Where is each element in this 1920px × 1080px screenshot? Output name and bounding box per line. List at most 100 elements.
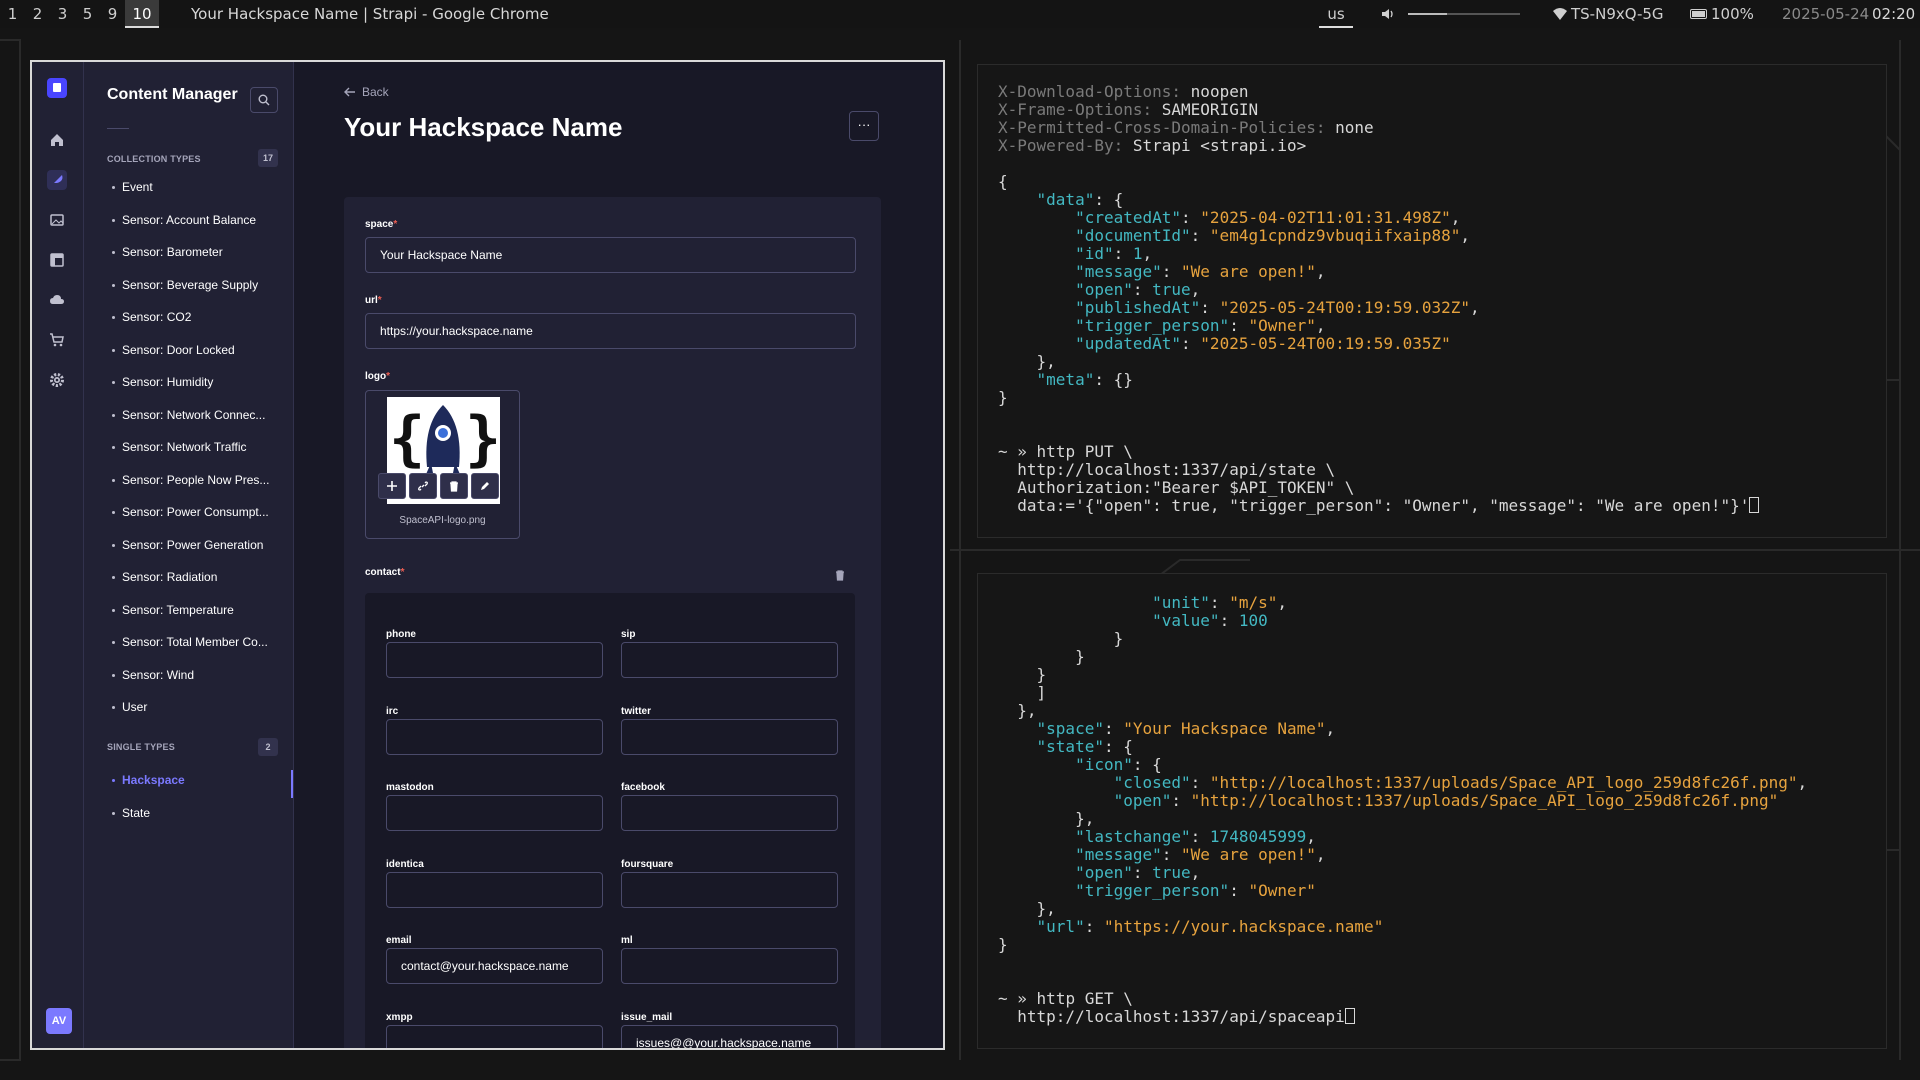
volume-icon[interactable] xyxy=(1381,7,1395,21)
foursquare-input[interactable] xyxy=(621,871,838,908)
header-line: X-Frame-Options: SAMEORIGIN xyxy=(998,100,1259,119)
workspace-3[interactable]: 3 xyxy=(50,0,75,28)
command-line: Authorization:"Bearer $API_TOKEN" \ xyxy=(1017,478,1355,497)
settings-gear-icon[interactable] xyxy=(47,370,67,390)
terminal-cursor xyxy=(1749,497,1760,513)
sidebar-item-collection-type[interactable]: Sensor: Power Consumpt... xyxy=(107,502,279,522)
workspace-1[interactable]: 1 xyxy=(0,0,25,28)
json-line: ] xyxy=(998,683,1047,702)
sidebar-item-collection-type[interactable]: Sensor: Network Traffic xyxy=(107,437,279,457)
edit-asset-button[interactable] xyxy=(471,473,499,499)
space-input[interactable]: Your Hackspace Name xyxy=(365,237,856,273)
copy-link-button[interactable] xyxy=(409,473,437,499)
facebook-input[interactable] xyxy=(621,795,838,831)
content-manager-sidebar: Content Manager COLLECTION TYPES 17 Even… xyxy=(84,62,294,1048)
space-field-label: space* xyxy=(365,219,398,230)
url-field-label: url* xyxy=(365,295,382,306)
json-line: "open": "http://localhost:1337/uploads/S… xyxy=(1113,791,1779,810)
strapi-logo-icon[interactable] xyxy=(47,78,67,98)
twitter-input[interactable] xyxy=(621,718,838,755)
search-icon xyxy=(258,94,270,106)
sidebar-search-button[interactable] xyxy=(250,87,278,113)
json-line: "space": "Your Hackspace Name", xyxy=(1036,719,1336,738)
json-line: } xyxy=(998,665,1047,684)
sidebar-item-collection-type[interactable]: Sensor: Power Generation xyxy=(107,535,279,555)
active-item-indicator xyxy=(291,770,293,798)
json-field-line: "documentId": "em4g1cpndz9vbuqiifxaip88"… xyxy=(1075,226,1471,245)
cloud-icon[interactable] xyxy=(47,290,67,310)
delete-asset-button[interactable] xyxy=(440,473,468,499)
sidebar-item-collection-type[interactable]: Sensor: Barometer xyxy=(107,242,279,262)
sidebar-item-hackspace[interactable]: Hackspace xyxy=(107,770,279,790)
media-library-icon[interactable] xyxy=(47,210,67,230)
workspace-switcher: 1 2 3 5 9 10 xyxy=(0,0,159,28)
json-line: }, xyxy=(998,701,1037,720)
sidebar-item-collection-type[interactable]: Sensor: Wind xyxy=(107,665,279,685)
foursquare-label: foursquare xyxy=(621,858,674,870)
back-label: Back xyxy=(362,85,389,99)
collection-types-heading[interactable]: COLLECTION TYPES xyxy=(107,154,201,164)
json-data-key: "data": { xyxy=(1036,190,1124,209)
sidebar-item-collection-type[interactable]: Sensor: Beverage Supply xyxy=(107,275,279,295)
prompt-line: ~ » http GET \ xyxy=(998,989,1133,1008)
sip-input[interactable] xyxy=(621,642,838,678)
content-type-builder-icon[interactable] xyxy=(47,250,67,270)
sidebar-item-collection-type[interactable]: Sensor: Network Connec... xyxy=(107,405,279,425)
phone-input[interactable] xyxy=(386,642,603,678)
terminal-get-response[interactable]: "unit": "m/s", "value": 100 } } } ] }, "… xyxy=(977,573,1887,1049)
contact-field-label: contact* xyxy=(365,567,405,578)
content-manager-feather-icon[interactable] xyxy=(47,170,67,190)
workspace-2[interactable]: 2 xyxy=(25,0,50,28)
page-title: Your Hackspace Name xyxy=(344,112,623,142)
workspace-10[interactable]: 10 xyxy=(125,0,159,28)
sidebar-item-collection-type[interactable]: Sensor: People Now Pres... xyxy=(107,470,279,490)
json-meta: "meta": {} xyxy=(1036,370,1133,389)
sidebar-item-collection-type[interactable]: Sensor: Temperature xyxy=(107,600,279,620)
email-input[interactable]: contact@your.hackspace.name xyxy=(386,948,603,984)
terminal-put-response[interactable]: X-Download-Options: noopen X-Frame-Optio… xyxy=(977,64,1887,538)
json-field-line: "publishedAt": "2025-05-24T00:19:59.032Z… xyxy=(1075,298,1480,317)
sidebar-item-collection-type[interactable]: User xyxy=(107,697,279,717)
sidebar-item-collection-type[interactable]: Sensor: Door Locked xyxy=(107,340,279,360)
issue-mail-input[interactable]: issues@@your.hackspace.name xyxy=(621,1024,838,1048)
ml-input[interactable] xyxy=(621,948,838,984)
system-top-bar: 1 2 3 5 9 10 Your Hackspace Name | Strap… xyxy=(0,0,1920,28)
xmpp-input[interactable] xyxy=(386,1024,603,1048)
sidebar-item-collection-type[interactable]: Sensor: Total Member Co... xyxy=(107,632,279,652)
json-line: } xyxy=(998,647,1085,666)
sidebar-item-collection-type[interactable]: Sensor: Account Balance xyxy=(107,210,279,230)
back-link[interactable]: Back xyxy=(344,85,389,99)
sidebar-item-collection-type[interactable]: Event xyxy=(107,177,279,197)
mastodon-input[interactable] xyxy=(386,795,603,831)
irc-input[interactable] xyxy=(386,718,603,755)
browser-window: AV Content Manager COLLECTION TYPES 17 E… xyxy=(30,60,945,1050)
home-icon[interactable] xyxy=(47,130,67,150)
identica-input[interactable] xyxy=(386,871,603,908)
marketplace-cart-icon[interactable] xyxy=(47,330,67,350)
twitter-label: twitter xyxy=(621,705,651,717)
json-field-line: "id": 1, xyxy=(1075,244,1153,263)
workspace-9[interactable]: 9 xyxy=(100,0,125,28)
sidebar-item-state[interactable]: State xyxy=(107,803,279,823)
link-icon xyxy=(418,481,428,491)
add-asset-button[interactable] xyxy=(378,473,406,499)
wifi-icon[interactable] xyxy=(1552,7,1568,21)
more-actions-button[interactable]: ··· xyxy=(849,111,879,141)
sidebar-item-collection-type[interactable]: Sensor: CO2 xyxy=(107,307,279,327)
json-line: "open": true, xyxy=(1075,863,1201,882)
contact-component: phone sip irc twitter mastodon facebook identi… xyxy=(365,593,855,1048)
logo-filename: SpaceAPI-logo.png xyxy=(399,515,486,526)
trash-icon[interactable] xyxy=(834,569,846,581)
phone-label: phone xyxy=(386,629,416,640)
keyboard-layout-indicator[interactable]: us xyxy=(1319,0,1353,28)
trash-icon xyxy=(450,481,458,492)
single-types-heading[interactable]: SINGLE TYPES xyxy=(107,742,175,752)
user-avatar[interactable]: AV xyxy=(46,1008,72,1034)
sidebar-item-collection-type[interactable]: Sensor: Humidity xyxy=(107,372,279,392)
workspace-5[interactable]: 5 xyxy=(75,0,100,28)
plus-icon xyxy=(387,481,397,491)
volume-slider[interactable] xyxy=(1408,13,1520,15)
url-input[interactable]: https://your.hackspace.name xyxy=(365,313,856,349)
sidebar-item-collection-type[interactable]: Sensor: Radiation xyxy=(107,567,279,587)
logo-media-field[interactable]: { } SpaceAPI-logo.png xyxy=(365,390,520,539)
